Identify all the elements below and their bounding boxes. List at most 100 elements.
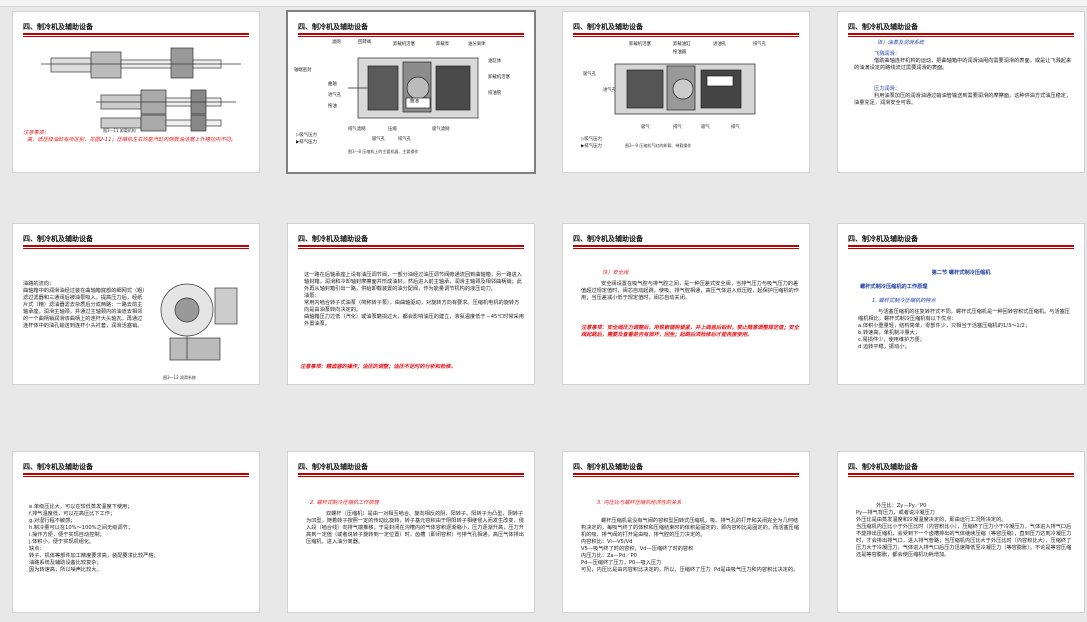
figure-label: 吸气 xyxy=(641,125,650,130)
subheading: 飞溅润滑： xyxy=(874,51,900,57)
slide-heading: 四、制冷机及辅助设备 xyxy=(848,235,918,243)
unloader-mechanism-figure xyxy=(41,47,241,132)
figure-label: 吸气孔 xyxy=(583,72,597,77)
slide-heading: 四、制冷机及辅助设备 xyxy=(23,23,93,31)
body-text: 双螺杆（压缩机）是由一对相互啮合、旋向相反的阴、阳转子、阳转子为凸型，阴转子为凹… xyxy=(306,511,524,545)
slide-heading: 四、制冷机及辅助设备 xyxy=(573,235,643,243)
red-rule xyxy=(23,36,249,37)
red-rule xyxy=(298,476,524,477)
subheading: 压力润滑： xyxy=(874,86,900,92)
note-text: 注意事项：精滤器的操作；油压的调整；油压不足时的分析和检修。 xyxy=(300,364,456,370)
legend-item: ▶排气压力 xyxy=(296,140,317,145)
slide-thumbnail-7[interactable]: 四、制冷机及辅助设备 （9）安全阀 安全阀设置在吸气腔与排气腔之间，是一种压差式… xyxy=(563,224,809,384)
figure-label: 排气 xyxy=(731,125,740,130)
red-rule xyxy=(573,473,799,475)
slide-heading: 四、制冷机及辅助设备 xyxy=(23,235,93,243)
section-title: 第二节 螺杆式制冷压缩机 xyxy=(931,270,991,276)
red-rule xyxy=(573,245,799,247)
lubrication-system-figure xyxy=(160,283,238,361)
slide-thumbnail-12[interactable]: 四、制冷机及辅助设备 外压比：Zy－Py／P0 Py—排气背压力，或者说冷凝压力… xyxy=(838,452,1084,612)
legend-item: ▷吸气压力 xyxy=(581,137,602,142)
body-text: e.单级压比大，可以在较低蒸发温度下使用； f.排气温度低，可以在高压比下工作；… xyxy=(29,504,159,573)
slide-heading: 四、制冷机及辅助设备 xyxy=(298,235,368,243)
slide-thumbnail-5[interactable]: 四、制冷机及辅助设备 油路的流向： 曲轴箱中的润滑油经过装在曲轴箱底部的细网式（… xyxy=(13,224,259,384)
red-rule xyxy=(23,248,249,249)
slide-thumbnail-11[interactable]: 四、制冷机及辅助设备 3. 内压比与螺杆压缩机经济性的关系 螺杆压缩机是没有气阀… xyxy=(563,452,809,612)
red-rule xyxy=(298,473,524,475)
figure-label: 卸载泵 xyxy=(436,42,450,47)
slide-thumbnail-2[interactable]: 四、制冷机及辅助设备 滤网 回转阀 卸载机活塞 卸载泵 油分离体 轴端密封 曲轴… xyxy=(288,12,534,172)
figure-label: 曲油 xyxy=(410,99,419,104)
red-rule xyxy=(848,476,1074,477)
slide-thumbnail-4[interactable]: 四、制冷机及辅助设备 （8）油泵及润滑系统 飞溅润滑： 借助曲轴连杆机构的运动，… xyxy=(838,12,1084,172)
figure-label: 拖油 xyxy=(328,104,337,109)
body-text: 外压比：Zy－Py／P0 Py—排气背压力，或者说冷凝压力 外压比是由蒸发温度和… xyxy=(856,503,1072,558)
red-rule xyxy=(298,245,524,247)
section-title: （8）油泵及润滑系统 xyxy=(874,40,924,46)
figure-label: 油缸体 xyxy=(488,59,502,64)
slide-thumbnail-1[interactable]: 四、制冷机及辅助设备 图3—11 卸载机构 注意事项： 高、低压级油缸有所区别，… xyxy=(13,12,259,172)
figure-label: 压缩 xyxy=(388,127,397,132)
figure-label: 卸载机活塞 xyxy=(488,75,510,80)
red-rule xyxy=(848,245,1074,247)
figure-label: 排气孔 xyxy=(753,42,767,47)
figure-label: 油分离体 xyxy=(468,42,486,47)
figure-caption: 图3—8 压缩机上的主要机器、主要操作 xyxy=(348,149,419,154)
figure-label: 滤网 xyxy=(332,40,341,45)
section-title: 2. 螺杆式制冷压缩机工作原理 xyxy=(310,500,379,506)
figure-caption: 图3—9 压缩机气缸的卸载、带载操作 xyxy=(625,143,692,148)
note-body: 高、低压级油缸有所区别，见图2-11；压缩机左右均能汽缸内侧数油活塞上外槽功内不… xyxy=(27,137,236,143)
slide-heading: 四、制冷机及辅助设备 xyxy=(848,463,918,471)
red-rule xyxy=(23,476,249,477)
window-top-bar xyxy=(0,0,1087,7)
red-rule xyxy=(573,33,799,35)
note-text: 注意事项：安全阀压力调整后，用铁索锚钩锁紧，并上阀盖后铅封，禁止随意调整规定值；… xyxy=(581,325,799,338)
slide-heading: 四、制冷机及辅助设备 xyxy=(298,463,368,471)
figure-label: 吸气滤网 xyxy=(432,127,450,132)
figure-caption: 图3—12 润滑系统 xyxy=(163,375,196,380)
figure-label: 卸载油缸 xyxy=(673,42,691,47)
red-rule xyxy=(23,473,249,475)
body-text: 与活塞压缩机的往复转杆式不同，螺杆式压缩机是一种回转容积式压缩机。与活塞压缩机相… xyxy=(858,309,1070,350)
figure-label: 轴端密封 xyxy=(294,68,312,73)
figure-label: 卸载机活塞 xyxy=(629,42,651,47)
red-rule xyxy=(573,476,799,477)
slide-thumbnail-10[interactable]: 四、制冷机及辅助设备 2. 螺杆式制冷压缩机工作原理 双螺杆（压缩机）是由一对相… xyxy=(288,452,534,612)
slide-heading: 四、制冷机及辅助设备 xyxy=(298,23,368,31)
red-rule xyxy=(848,36,1074,37)
red-rule xyxy=(23,245,249,247)
red-rule xyxy=(298,36,524,37)
slide-thumbnail-6[interactable]: 四、制冷机及辅助设备 这一路在后轴承座上设有油压调节阀，一部分油经过油压调节阀旁… xyxy=(288,224,534,384)
slide-thumbnail-9[interactable]: 四、制冷机及辅助设备 e.单级压比大，可以在较低蒸发温度下使用； f.排气温度低… xyxy=(13,452,259,612)
slide-thumbnail-3[interactable]: 四、制冷机及辅助设备 卸载机活塞 卸载油缸 进油孔 排气孔 拖油器 吸气孔 进气… xyxy=(563,12,809,172)
cylinder-unloading-figure xyxy=(614,63,756,115)
red-rule xyxy=(848,473,1074,475)
subheading: 螺杆式制冷压缩机的工作原理 xyxy=(860,284,928,290)
figure-label: 排油管 xyxy=(488,91,502,96)
note-title: 注意事项： xyxy=(23,130,49,136)
figure-label: 吸气 xyxy=(701,125,710,130)
red-rule xyxy=(298,33,524,35)
red-rule xyxy=(23,33,249,35)
figure-label: 吸气孔 xyxy=(372,137,386,142)
red-rule xyxy=(298,248,524,249)
body-text: 利用油泵加压的润滑油通过输油管输送到需要润滑的摩擦面。这种供油方式油压稳定，油量… xyxy=(854,93,1072,106)
legend-item: ▷吸气压力 xyxy=(296,133,317,138)
slide-heading: 四、制冷机及辅助设备 xyxy=(848,23,918,31)
figure-label: 排气滤网 xyxy=(348,127,366,132)
slide-heading: 四、制冷机及辅助设备 xyxy=(573,23,643,31)
slide-thumbnail-8[interactable]: 四、制冷机及辅助设备 第二节 螺杆式制冷压缩机 螺杆式制冷压缩机的工作原理 1.… xyxy=(838,224,1084,384)
figure-label: 卸载机活塞 xyxy=(393,42,415,47)
figure-label: 回转阀 xyxy=(358,40,372,45)
body-text: 安全阀设置在吸气腔与排气腔之间，是一种压差式安全阀，当排气压力与吸气压力的差值超… xyxy=(581,281,799,301)
red-rule xyxy=(573,248,799,249)
compressor-section-figure xyxy=(348,57,479,119)
red-rule xyxy=(573,36,799,37)
red-rule xyxy=(848,248,1074,249)
body-text: 螺杆压缩机是没有气阀的容积型回转式压缩机，吸、排气孔的打开和关闭完全为几何结构决… xyxy=(581,518,799,573)
figure-label: 进气孔 xyxy=(328,93,342,98)
slide-heading: 四、制冷机及辅助设备 xyxy=(573,463,643,471)
figure-label: 曲轴 xyxy=(328,82,337,87)
section-title: 3. 内压比与螺杆压缩机经济性的关系 xyxy=(597,500,682,506)
section-title: （9）安全阀 xyxy=(599,270,629,276)
